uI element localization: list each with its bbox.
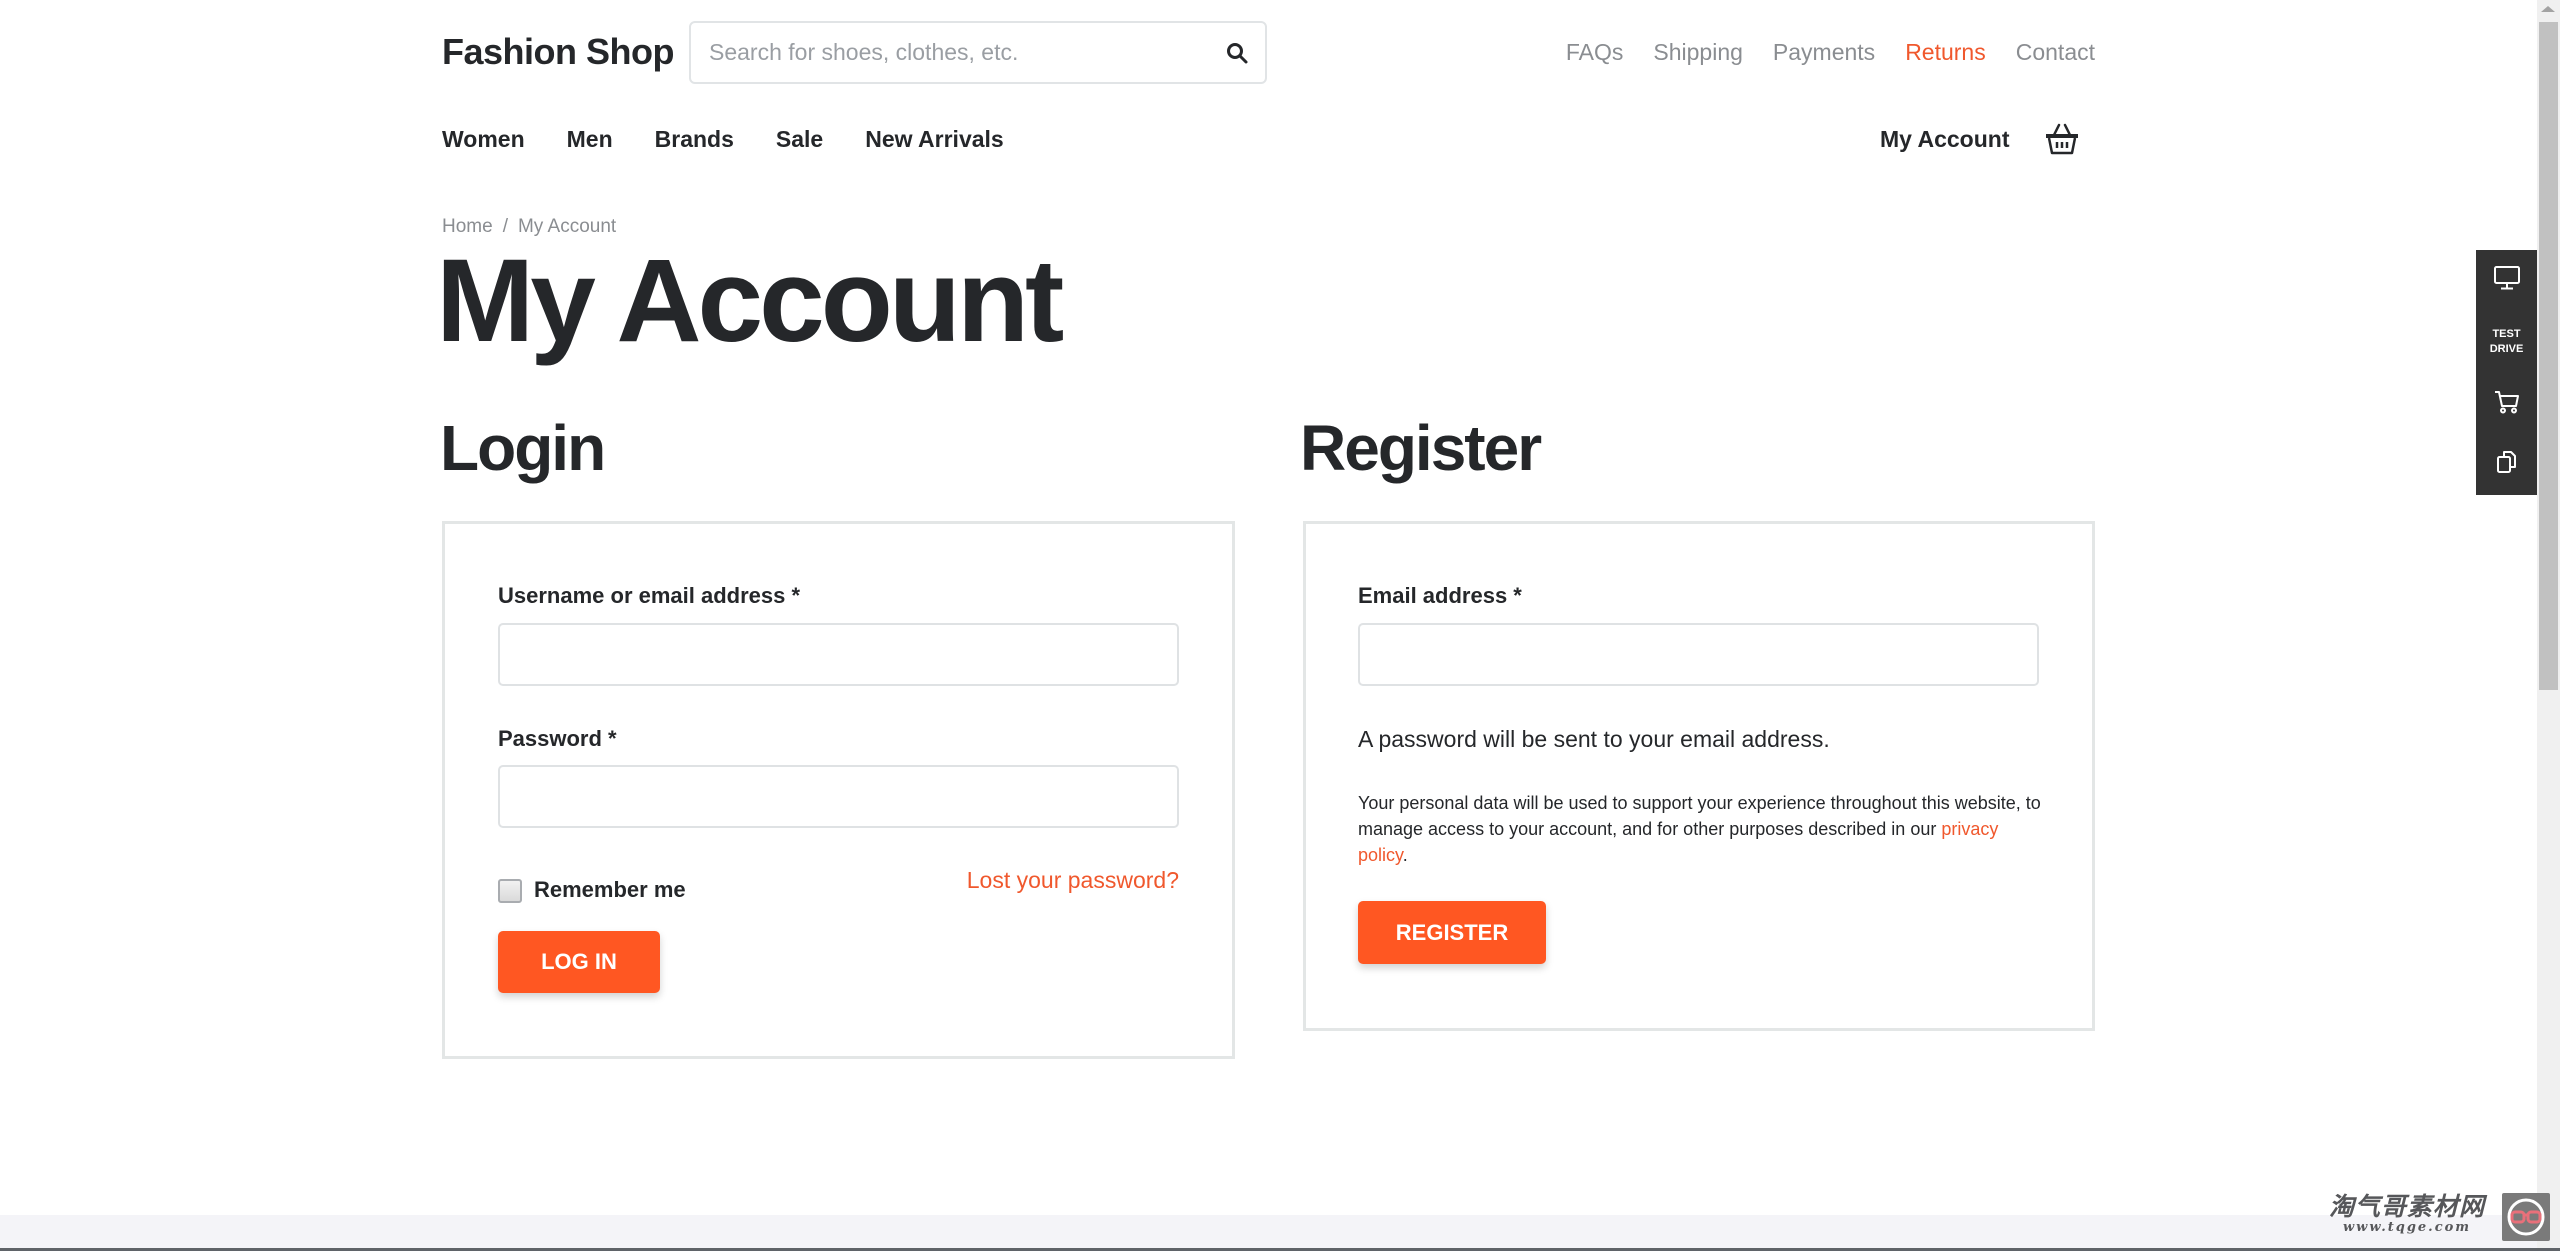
lost-password-link[interactable]: Lost your password?: [963, 865, 1179, 895]
scroll-thumb[interactable]: [2539, 22, 2558, 690]
watermark-title: 淘气哥素材网: [2328, 1193, 2485, 1221]
top-link-shipping[interactable]: Shipping: [1653, 36, 1743, 68]
nav-men[interactable]: Men: [567, 122, 613, 156]
login-button[interactable]: LOG IN: [498, 931, 660, 993]
privacy-text-end: .: [1402, 845, 1408, 865]
username-input[interactable]: [498, 623, 1179, 686]
search-input[interactable]: [709, 23, 1199, 82]
remember-me-label[interactable]: Remember me: [534, 875, 686, 905]
nav-women[interactable]: Women: [442, 122, 525, 156]
email-label: Email address *: [1358, 583, 1522, 608]
glasses-icon: [2502, 1193, 2550, 1241]
side-panel: TEST DRIVE: [2476, 250, 2537, 495]
site-logo[interactable]: Fashion Shop: [442, 30, 675, 74]
test-drive-line2: DRIVE: [2489, 343, 2524, 355]
nav-sale[interactable]: Sale: [776, 122, 823, 156]
top-link-contact[interactable]: Contact: [2016, 36, 2095, 68]
top-link-faqs[interactable]: FAQs: [1566, 36, 1624, 68]
copy-icon: [2495, 449, 2519, 480]
top-links: FAQs Shipping Payments Returns Contact: [1566, 36, 2095, 68]
remember-me-checkbox[interactable]: [498, 879, 522, 903]
side-cart-button[interactable]: [2476, 374, 2537, 434]
scroll-up-arrow-icon[interactable]: [2541, 6, 2555, 12]
username-label: Username or email address *: [498, 583, 801, 608]
monitor-icon: [2493, 265, 2521, 296]
watermark: 淘气哥素材网 www.tqge.com: [2322, 1193, 2492, 1243]
footer-band: [0, 1215, 2537, 1249]
cart-icon: [2493, 389, 2521, 420]
nav-new-arrivals[interactable]: New Arrivals: [865, 122, 1004, 156]
privacy-text: Your personal data will be used to suppo…: [1358, 793, 2041, 839]
main-nav: Women Men Brands Sale New Arrivals: [442, 122, 1004, 156]
login-title: Login: [440, 412, 606, 484]
password-label: Password *: [498, 726, 617, 751]
page-scrollbar[interactable]: [2537, 0, 2560, 1251]
basket-icon[interactable]: [2044, 122, 2080, 156]
side-monitor-button[interactable]: [2476, 250, 2537, 310]
test-drive-button[interactable]: TEST DRIVE: [2476, 310, 2537, 374]
top-link-returns[interactable]: Returns: [1905, 36, 1986, 68]
watermark-url: www.tqge.com: [2342, 1220, 2472, 1235]
password-input[interactable]: [498, 765, 1179, 828]
search-icon[interactable]: [1221, 37, 1253, 69]
top-link-payments[interactable]: Payments: [1773, 36, 1875, 68]
nav-brands[interactable]: Brands: [655, 122, 734, 156]
my-account-link[interactable]: My Account: [1880, 122, 2010, 156]
register-title: Register: [1300, 412, 1542, 484]
side-copy-button[interactable]: [2476, 434, 2537, 494]
search-box: [689, 21, 1267, 84]
register-button[interactable]: REGISTER: [1358, 901, 1546, 964]
test-drive-line1: TEST: [2492, 328, 2521, 340]
privacy-note: Your personal data will be used to suppo…: [1358, 790, 2048, 868]
password-note: A password will be sent to your email ad…: [1358, 726, 1830, 752]
page-title: My Account: [436, 235, 1064, 367]
email-input[interactable]: [1358, 623, 2039, 686]
